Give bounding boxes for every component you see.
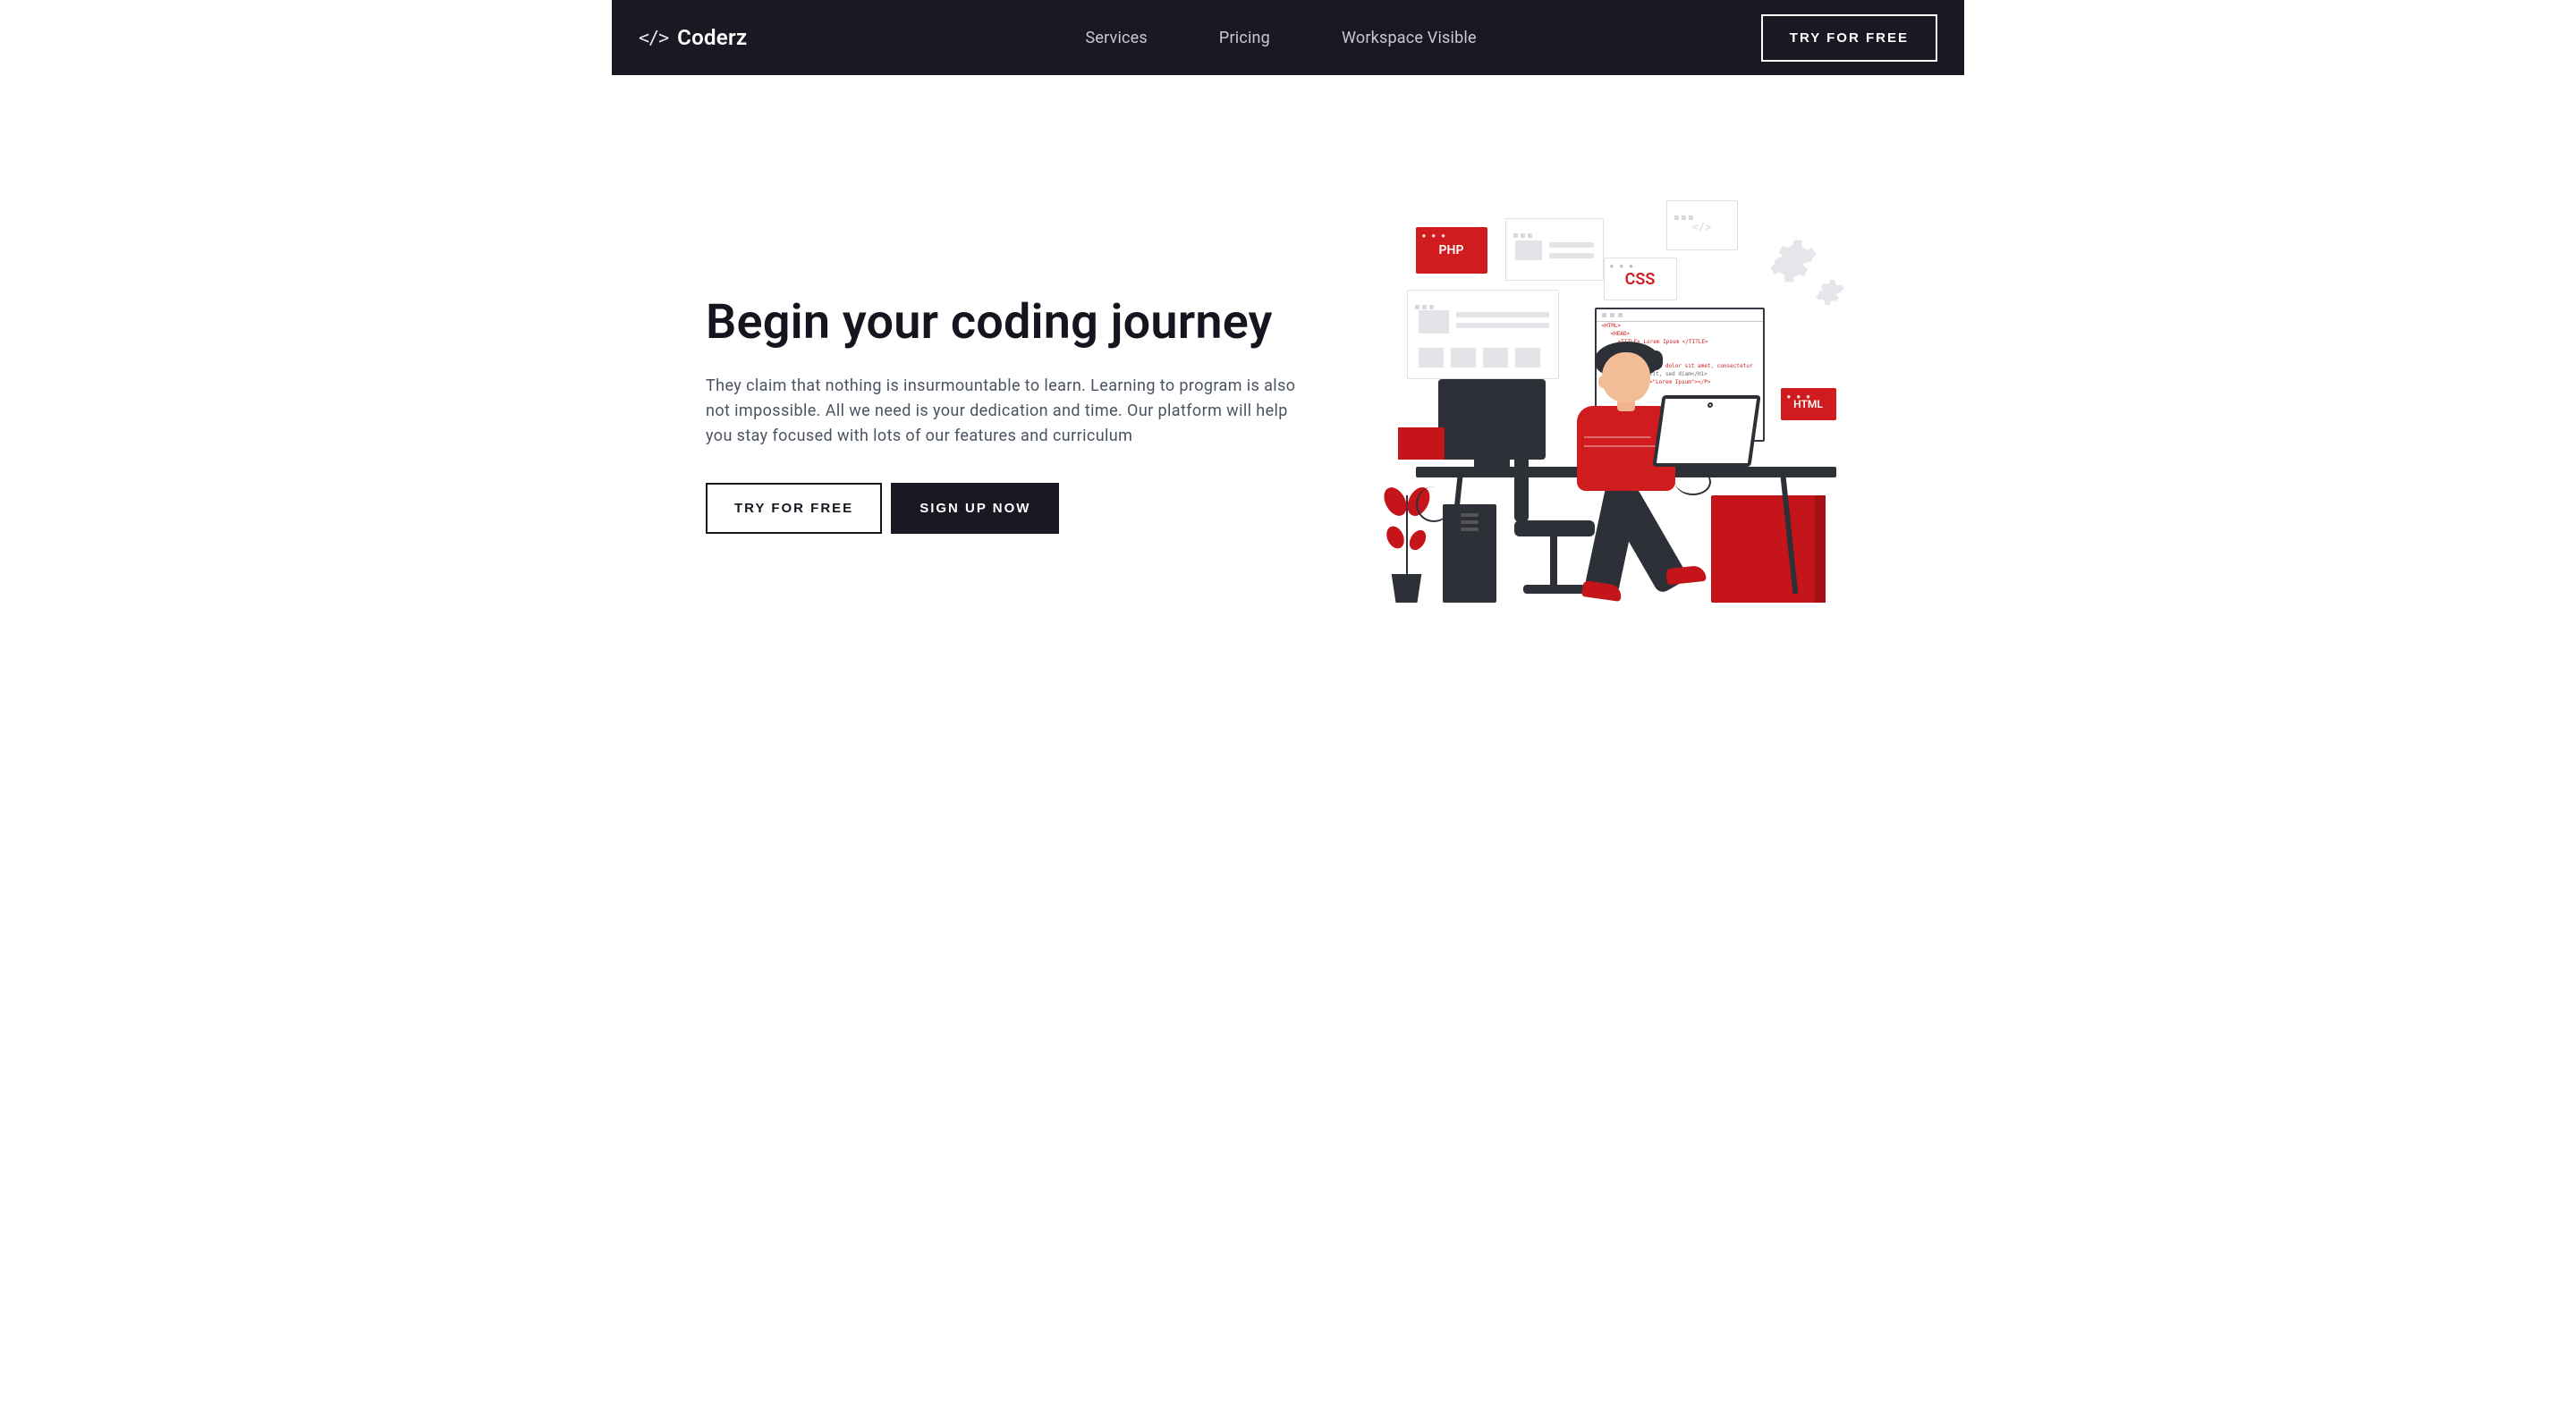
css-badge-label: CSS — [1625, 270, 1656, 289]
gear-icon — [1768, 236, 1818, 286]
brand-name: Coderz — [677, 25, 747, 50]
css-badge-icon: ● ● ● CSS — [1604, 258, 1677, 300]
laptop-icon — [1652, 395, 1760, 467]
php-badge-label: PHP — [1439, 243, 1464, 258]
hero-illustration: </> ● ● ● PHP ● ● ● CSS — [1380, 200, 1845, 629]
brand[interactable]: </> Coderz — [639, 25, 747, 50]
code-icon: </> — [639, 27, 668, 48]
gear-icon — [1815, 277, 1845, 308]
hero-copy: Begin your coding journey They claim tha… — [706, 296, 1296, 533]
primary-nav: Services Pricing Workspace Visible — [1031, 29, 1476, 47]
hero-illustration-wrap: </> ● ● ● PHP ● ● ● CSS — [1332, 200, 1893, 629]
hero-section: Begin your coding journey They claim tha… — [612, 75, 1964, 683]
chair-icon — [1514, 451, 1529, 522]
nav-workspace[interactable]: Workspace Visible — [1342, 29, 1477, 47]
monitor-icon — [1438, 379, 1546, 460]
cable-icon — [1675, 469, 1711, 495]
hero-actions: TRY FOR FREE SIGN UP NOW — [706, 483, 1296, 534]
window-panel-icon — [1505, 218, 1604, 281]
sign-up-button[interactable]: SIGN UP NOW — [891, 483, 1059, 534]
try-free-button[interactable]: TRY FOR FREE — [706, 483, 882, 534]
html-badge-icon: ● ● ● HTML — [1781, 388, 1836, 420]
cable-icon — [1416, 486, 1452, 522]
hero-title: Begin your coding journey — [706, 296, 1296, 350]
try-free-button-header[interactable]: TRY FOR FREE — [1761, 14, 1937, 62]
php-badge-icon: ● ● ● PHP — [1416, 227, 1487, 274]
accent-shape-icon — [1398, 427, 1445, 460]
server-box-icon — [1711, 495, 1818, 603]
nav-pricing[interactable]: Pricing — [1219, 29, 1270, 47]
nav-services[interactable]: Services — [1085, 29, 1147, 47]
code-panel-icon: </> — [1666, 200, 1738, 250]
hero-subtitle: They claim that nothing is insurmountabl… — [706, 374, 1296, 449]
top-navbar: </> Coderz Services Pricing Workspace Vi… — [612, 0, 1964, 75]
